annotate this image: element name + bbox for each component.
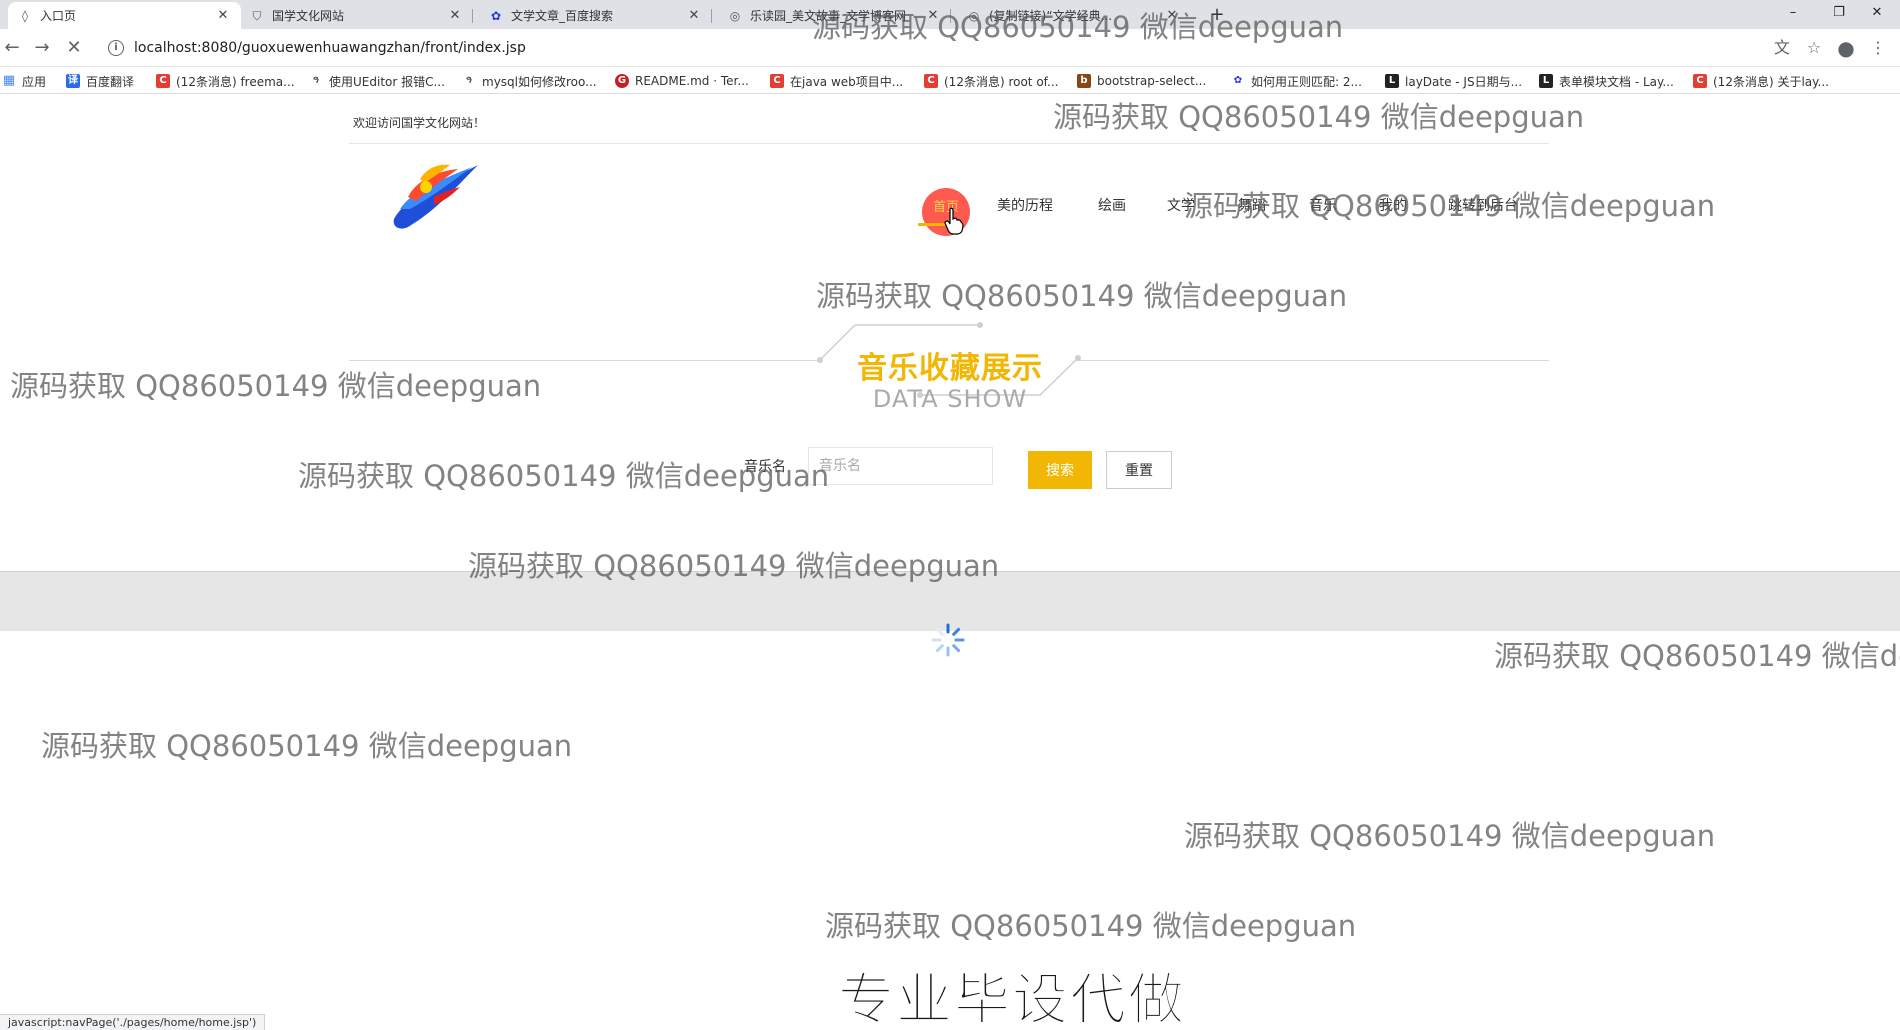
bookmark-label: layDate - JS日期与... <box>1405 74 1523 89</box>
baidu-paw-icon: ✿ <box>1233 75 1243 86</box>
tab-title: 入口页 <box>40 9 77 23</box>
layui-icon: L <box>1385 74 1399 88</box>
bookmark-label: (12条消息) freema... <box>176 74 295 89</box>
close-tab-icon[interactable]: ✕ <box>447 8 463 23</box>
bookmark-item[interactable]: ▦ 应用 <box>2 71 46 91</box>
browser-tab[interactable]: ✿ 文学文章_百度搜索 ✕ <box>479 2 712 29</box>
globe-icon: ◎ <box>729 8 741 23</box>
music-name-input[interactable] <box>808 447 993 485</box>
browser-toolbar: ← → ✕ i localhost:8080/guoxuewenhuawangz… <box>0 29 1900 67</box>
bookmark-label: 表单模块文档 - Lay... <box>1559 74 1674 89</box>
page-icon: ◊ <box>22 8 28 23</box>
csdn-icon: C <box>770 74 784 88</box>
bookmark-item[interactable]: C (12条消息) root of... <box>924 71 1058 91</box>
tab-title: 国学文化网站 <box>272 9 345 23</box>
minimize-button[interactable]: – <box>1770 0 1816 29</box>
bookmark-item[interactable]: G README.md · Ter... <box>615 71 749 91</box>
translate-icon: 译 <box>66 74 80 88</box>
loading-band <box>0 571 1900 631</box>
nav-item-music[interactable]: 音乐 <box>1309 195 1337 215</box>
translate-icon[interactable]: 文 <box>1770 36 1794 60</box>
new-tab-button[interactable]: + <box>1205 3 1229 27</box>
profile-avatar-icon[interactable]: ● <box>1834 36 1858 60</box>
apps-grid-icon: ▦ <box>2 73 16 88</box>
nav-item-mine[interactable]: 我的 <box>1379 195 1407 215</box>
bookmark-item[interactable]: C (12条消息) 关于lay... <box>1693 71 1829 91</box>
csdn-icon: C <box>1693 74 1707 88</box>
bookmark-label: 在java web项目中... <box>790 74 904 89</box>
tab-title: 乐读园_美文故事_文学博客网 <box>750 9 907 23</box>
nav-item-literature[interactable]: 文学 <box>1167 195 1195 215</box>
close-tab-icon[interactable]: ✕ <box>215 8 231 23</box>
tab-separator <box>950 9 951 23</box>
baidu-paw-icon: ✿ <box>490 8 502 23</box>
bird-icon: ዓ <box>313 75 319 86</box>
browser-tab[interactable]: ◎ (复制链接)“文学经典... ✕ <box>957 2 1190 29</box>
bookmark-label: 如何用正则匹配: 2... <box>1251 74 1362 89</box>
address-url[interactable]: localhost:8080/guoxuewenhuawangzhan/fron… <box>134 40 526 56</box>
shield-icon: ⛉ <box>252 8 262 23</box>
browser-tab[interactable]: ⛉ 国学文化网站 ✕ <box>240 2 473 29</box>
bookmark-label: README.md · Ter... <box>635 74 749 88</box>
tab-title: 文学文章_百度搜索 <box>511 9 614 23</box>
nav-item-admin[interactable]: 跳转到后台 <box>1448 195 1518 215</box>
page-content: 欢迎访问国学文化网站！ 首页 美的历程 绘画 文学 舞蹈 音乐 我的 跳转到后台… <box>0 95 1900 1030</box>
search-label: 音乐名 <box>744 459 786 475</box>
browser-tab-strip: ◊ 入口页 ✕ ⛉ 国学文化网站 ✕ ✿ 文学文章_百度搜索 ✕ ◎ 乐读园_美… <box>0 0 1900 29</box>
close-window-button[interactable]: ✕ <box>1854 0 1900 29</box>
browser-tab[interactable]: ◎ 乐读园_美文故事_文学博客网 ✕ <box>718 2 951 29</box>
site-info-icon[interactable]: i <box>108 40 124 56</box>
menu-kebab-icon[interactable]: ⋮ <box>1866 36 1890 60</box>
bookmark-item[interactable]: ዓ 使用UEditor 报错C... <box>309 71 445 91</box>
nav-item-history[interactable]: 美的历程 <box>997 195 1053 215</box>
csdn-icon: C <box>156 74 170 88</box>
section-subtitle: DATA SHOW <box>872 385 1028 413</box>
bookmark-item[interactable]: ዓ mysql如何修改roo... <box>462 71 597 91</box>
bookmark-label: 应用 <box>22 74 47 89</box>
nav-item-dance[interactable]: 舞蹈 <box>1238 195 1266 215</box>
bookmark-item[interactable]: 译 百度翻译 <box>66 71 134 91</box>
address-bar[interactable]: i localhost:8080/guoxuewenhuawangzhan/fr… <box>98 33 1778 63</box>
section-title: 音乐收藏展示 <box>857 351 1043 386</box>
browser-tab-active[interactable]: ◊ 入口页 ✕ <box>8 2 241 29</box>
tab-separator <box>472 9 473 23</box>
globe-icon: ◎ <box>968 8 980 23</box>
bookmark-item[interactable]: C (12条消息) freema... <box>156 71 295 91</box>
bookmark-item[interactable]: b bootstrap-select... <box>1077 71 1206 91</box>
loading-spinner-icon <box>931 623 965 657</box>
status-bar-url: javascript:navPage('./pages/home/home.js… <box>0 1014 266 1030</box>
nav-item-painting[interactable]: 绘画 <box>1098 195 1126 215</box>
close-tab-icon[interactable]: ✕ <box>686 8 702 23</box>
tab-title: (复制链接)“文学经典... <box>989 9 1113 23</box>
close-tab-icon[interactable]: ✕ <box>925 8 941 23</box>
reset-button[interactable]: 重置 <box>1106 451 1172 489</box>
gitee-icon: G <box>615 74 629 88</box>
bookmark-item[interactable]: L layDate - JS日期与... <box>1385 71 1522 91</box>
stop-loading-icon[interactable]: ✕ <box>62 36 86 60</box>
promo-banner: 专业毕设代做 <box>838 968 1186 1030</box>
main-nav: 首页 美的历程 绘画 文学 舞蹈 音乐 我的 跳转到后台 <box>0 95 1900 245</box>
bookmark-label: (12条消息) root of... <box>944 74 1059 89</box>
bookmark-item[interactable]: C 在java web项目中... <box>770 71 903 91</box>
csdn-icon: C <box>924 74 938 88</box>
hand-cursor-icon <box>944 207 964 235</box>
bookmark-item[interactable]: L 表单模块文档 - Lay... <box>1539 71 1674 91</box>
bookmark-label: (12条消息) 关于lay... <box>1713 74 1829 89</box>
bookmarks-bar: ▦ 应用 译 百度翻译 C (12条消息) freema... ዓ 使用UEdi… <box>0 67 1900 94</box>
tab-separator <box>711 9 712 23</box>
bookmark-icon: b <box>1077 74 1091 88</box>
bookmark-label: 百度翻译 <box>86 74 135 89</box>
bookmark-item[interactable]: ✿ 如何用正则匹配: 2... <box>1231 71 1362 91</box>
forward-icon[interactable]: → <box>30 36 54 60</box>
bookmark-label: 使用UEditor 报错C... <box>329 74 445 89</box>
screen: ◊ 入口页 ✕ ⛉ 国学文化网站 ✕ ✿ 文学文章_百度搜索 ✕ ◎ 乐读园_美… <box>0 0 1900 1030</box>
back-icon[interactable]: ← <box>0 36 24 60</box>
close-tab-icon[interactable]: ✕ <box>1164 8 1180 23</box>
bookmark-star-icon[interactable]: ☆ <box>1802 36 1826 60</box>
search-button[interactable]: 搜索 <box>1028 451 1092 489</box>
bookmark-label: mysql如何修改roo... <box>482 74 597 89</box>
bird-icon: ዓ <box>466 75 472 86</box>
bookmark-label: bootstrap-select... <box>1097 74 1207 88</box>
layui-icon: L <box>1539 74 1553 88</box>
